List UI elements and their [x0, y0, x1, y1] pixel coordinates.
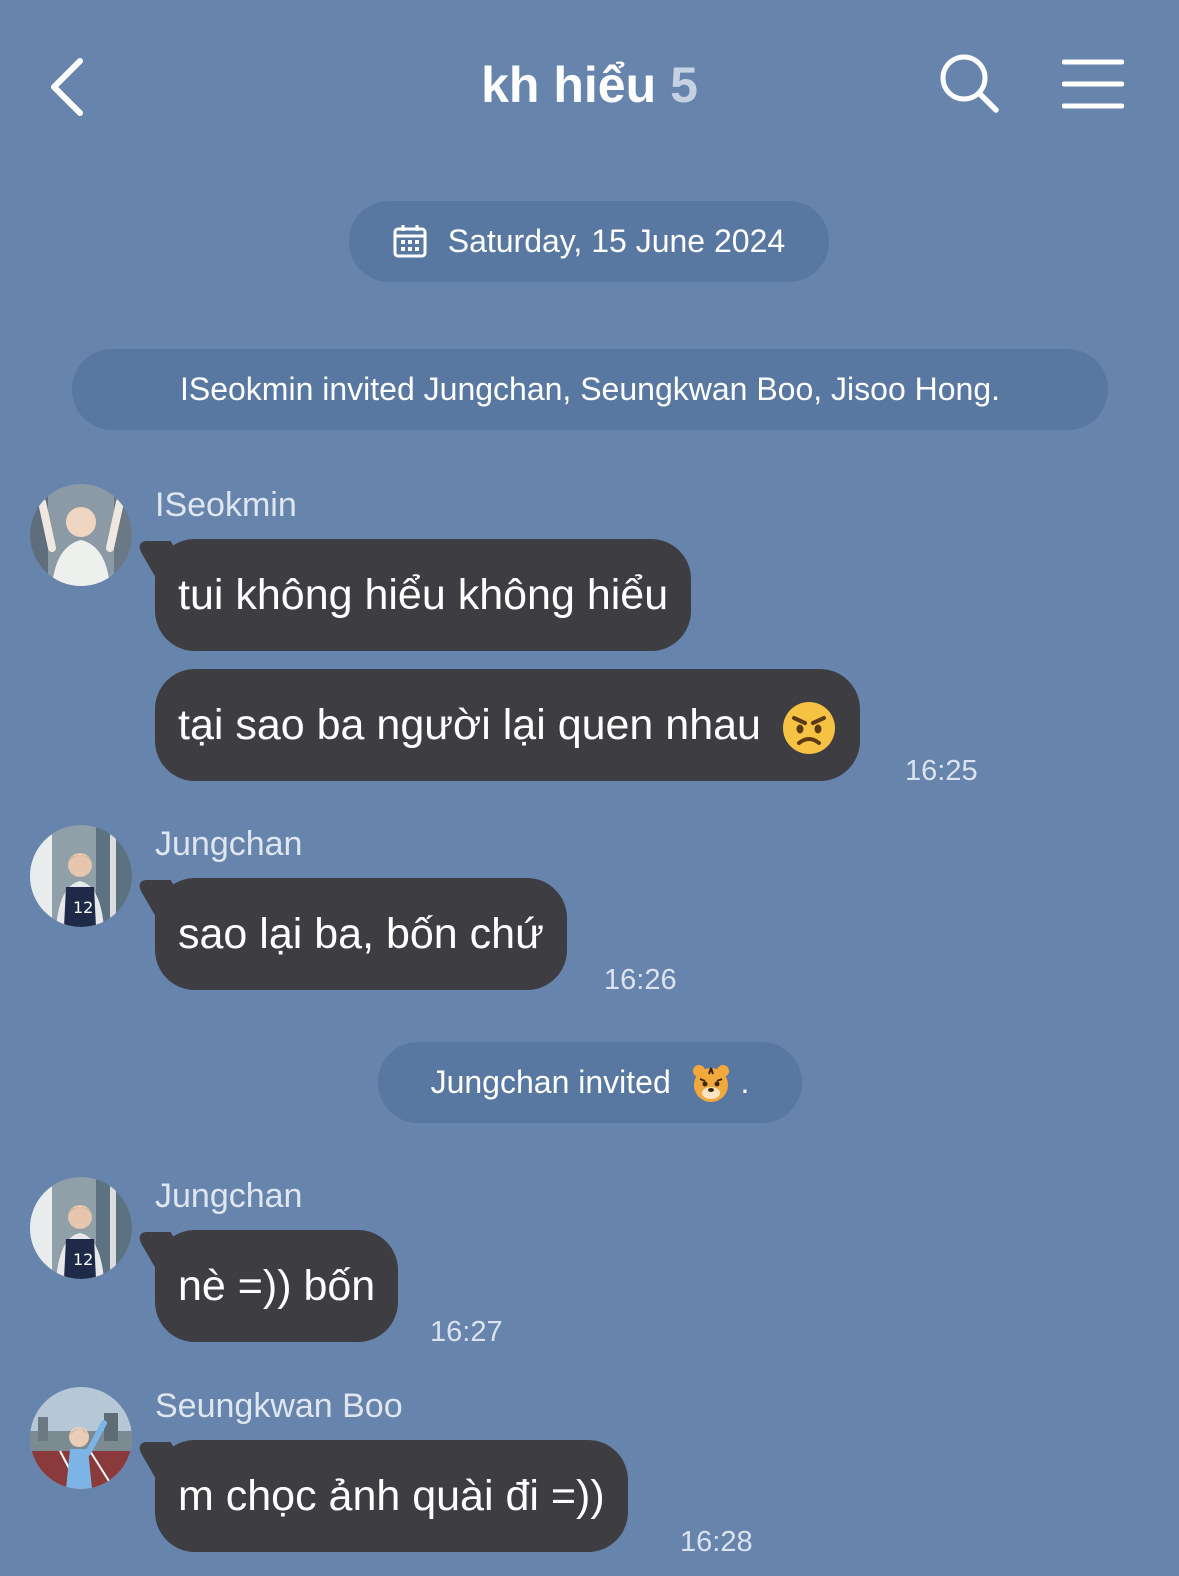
chat-name: kh hiểu [481, 57, 657, 113]
avatar-photo [30, 1387, 132, 1489]
message-bubble[interactable]: sao lại ba, bốn chứ [155, 878, 567, 990]
date-separator: Saturday, 15 June 2024 [349, 201, 829, 282]
message-time: 16:28 [680, 1526, 753, 1558]
message-text: nè =)) bốn [178, 1262, 376, 1310]
message-time: 16:26 [604, 964, 677, 996]
chat-title: kh hiểu 5 [0, 56, 1179, 114]
sender-name: Jungchan [155, 1177, 303, 1215]
date-text: Saturday, 15 June 2024 [447, 223, 786, 259]
message-text: sao lại ba, bốn chứ [178, 910, 544, 958]
avatar-photo: 12 [30, 1177, 132, 1279]
svg-text:12: 12 [73, 898, 93, 917]
system-message: Jungchan invited . [378, 1042, 802, 1123]
system-message-text: Jungchan invited [430, 1064, 671, 1100]
hamburger-menu-icon [1061, 59, 1125, 109]
svg-text:12: 12 [73, 1250, 93, 1269]
chat-header: kh hiểu 5 [0, 0, 1179, 175]
avatar[interactable]: 12 [30, 1177, 132, 1279]
avatar[interactable]: 12 [30, 825, 132, 927]
sender-name: ISeokmin [155, 486, 297, 524]
system-message-suffix: . [740, 1064, 750, 1100]
angry-face-emoji [782, 701, 835, 754]
avatar-photo [30, 484, 132, 586]
message-time: 16:27 [430, 1316, 503, 1348]
avatar[interactable] [30, 484, 132, 586]
tiger-face-emoji [692, 1064, 729, 1102]
message-text: tại sao ba người lại quen nhau [178, 701, 761, 749]
system-message-text: ISeokmin invited Jungchan, Seungkwan Boo… [179, 371, 1001, 407]
sender-name: Jungchan [155, 825, 303, 863]
calendar-icon [393, 224, 427, 258]
message-text: tui không hiểu không hiểu [178, 571, 669, 619]
message-text: m chọc ảnh quài đi =)) [178, 1472, 605, 1520]
message-bubble[interactable]: tại sao ba người lại quen nhau [155, 669, 860, 781]
menu-button[interactable] [1061, 58, 1125, 110]
message-bubble[interactable]: tui không hiểu không hiểu [155, 539, 692, 651]
avatar[interactable] [30, 1387, 132, 1489]
message-bubble[interactable]: m chọc ảnh quài đi =)) [155, 1440, 628, 1552]
member-count: 5 [670, 57, 698, 113]
avatar-photo: 12 [30, 825, 132, 927]
system-message: ISeokmin invited Jungchan, Seungkwan Boo… [72, 349, 1108, 430]
sender-name: Seungkwan Boo [155, 1387, 403, 1425]
message-time: 16:25 [905, 755, 978, 787]
search-icon [940, 54, 999, 113]
search-button[interactable] [938, 52, 1002, 116]
message-bubble[interactable]: nè =)) bốn [155, 1230, 399, 1342]
